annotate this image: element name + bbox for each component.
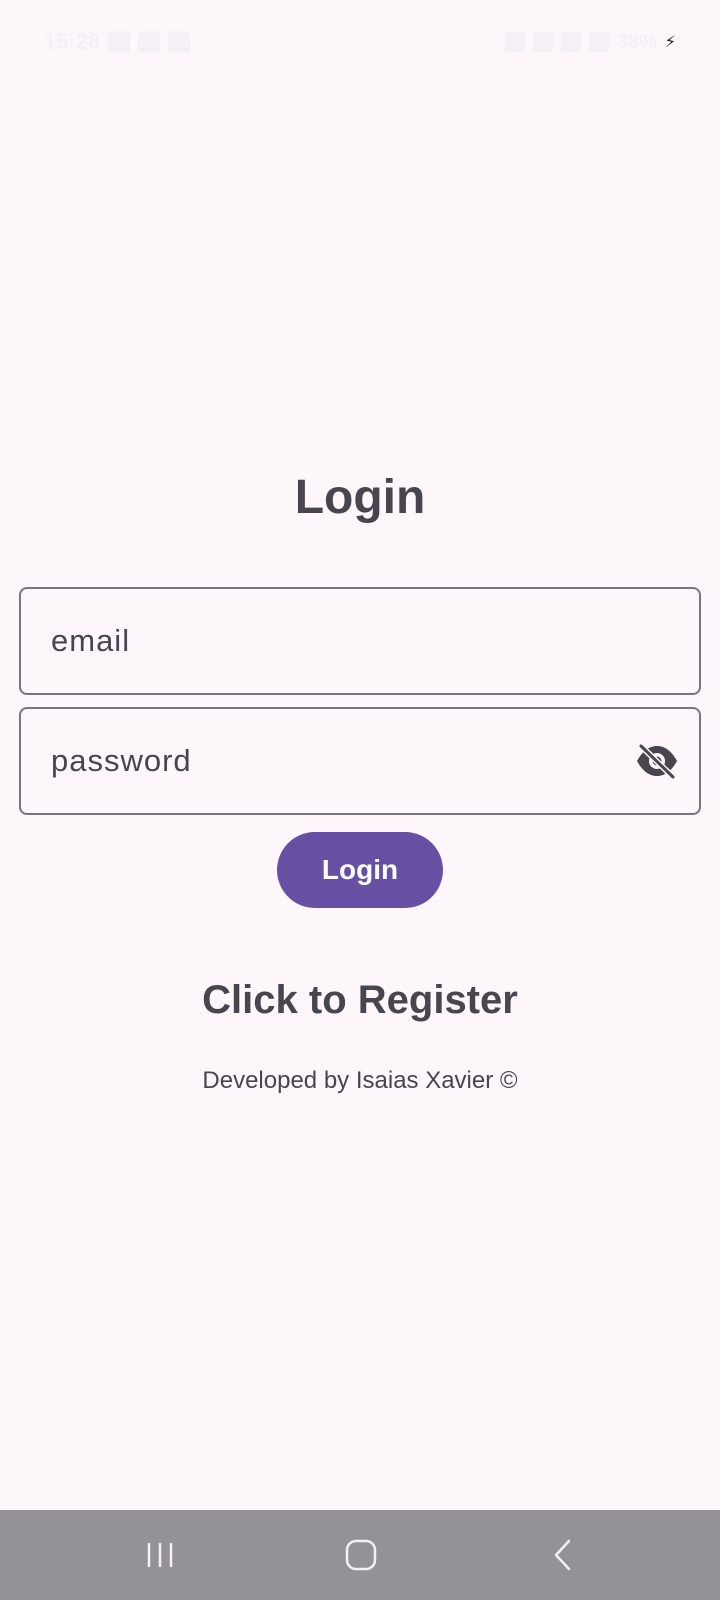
back-icon[interactable] [538,1530,588,1580]
status-right: 38% ⚡ [504,28,676,56]
settings-icon [138,31,161,53]
network-icon [588,32,609,52]
password-placeholder: password [51,743,192,778]
login-screen: 15:28 38% ⚡ Login email password Login C… [0,0,720,1600]
email-field[interactable]: email [19,587,701,695]
footer-credit: Developed by Isaias Xavier © [202,1067,518,1094]
linkedin-icon [168,31,191,53]
status-bar: 15:28 38% ⚡ [0,0,720,84]
password-field[interactable]: password [19,707,701,815]
eye-off-icon[interactable] [635,743,679,779]
mail-icon [108,31,131,53]
bolt-icon: ⚡ [664,34,676,51]
register-link[interactable]: Click to Register [0,978,720,1023]
battery-level: 38% [616,30,657,53]
recent-apps-icon[interactable] [135,1530,185,1580]
signal-icon [504,32,525,52]
navigation-bar [0,1510,720,1600]
wifi-icon [560,32,581,52]
home-icon[interactable] [336,1530,386,1580]
email-placeholder: email [51,623,131,658]
mute-icon [532,32,553,52]
login-button[interactable]: Login [277,832,443,908]
status-left: 15:28 [44,28,191,56]
status-time: 15:28 [44,29,101,54]
page-title: Login [294,471,426,524]
